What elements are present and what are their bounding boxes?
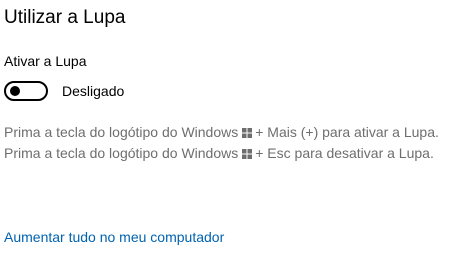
enlarge-everything-link[interactable]: Aumentar tudo no meu computador [4, 228, 224, 246]
instruction-disable-text-end: + Esc para desativar a Lupa. [255, 145, 434, 161]
toggle-knob [10, 86, 20, 96]
instruction-enable: Prima a tecla do logótipo do Windows + Ma… [4, 122, 454, 143]
shortcut-instructions: Prima a tecla do logótipo do Windows + Ma… [4, 122, 454, 164]
magnifier-toggle-switch[interactable] [4, 81, 48, 101]
instruction-enable-text-end: + Mais (+) para ativar a Lupa. [255, 124, 439, 140]
windows-logo-icon [242, 128, 253, 138]
instruction-enable-text-start: Prima a tecla do logótipo do Windows [4, 124, 239, 140]
instruction-disable-text-start: Prima a tecla do logótipo do Windows [4, 145, 239, 161]
page-title: Utilizar a Lupa [4, 7, 126, 28]
windows-logo-icon [242, 149, 253, 159]
toggle-state-text: Desligado [62, 83, 125, 99]
magnifier-toggle-label: Ativar a Lupa [4, 53, 87, 69]
magnifier-toggle-row: Desligado [4, 80, 124, 102]
instruction-disable: Prima a tecla do logótipo do Windows + Es… [4, 143, 454, 164]
